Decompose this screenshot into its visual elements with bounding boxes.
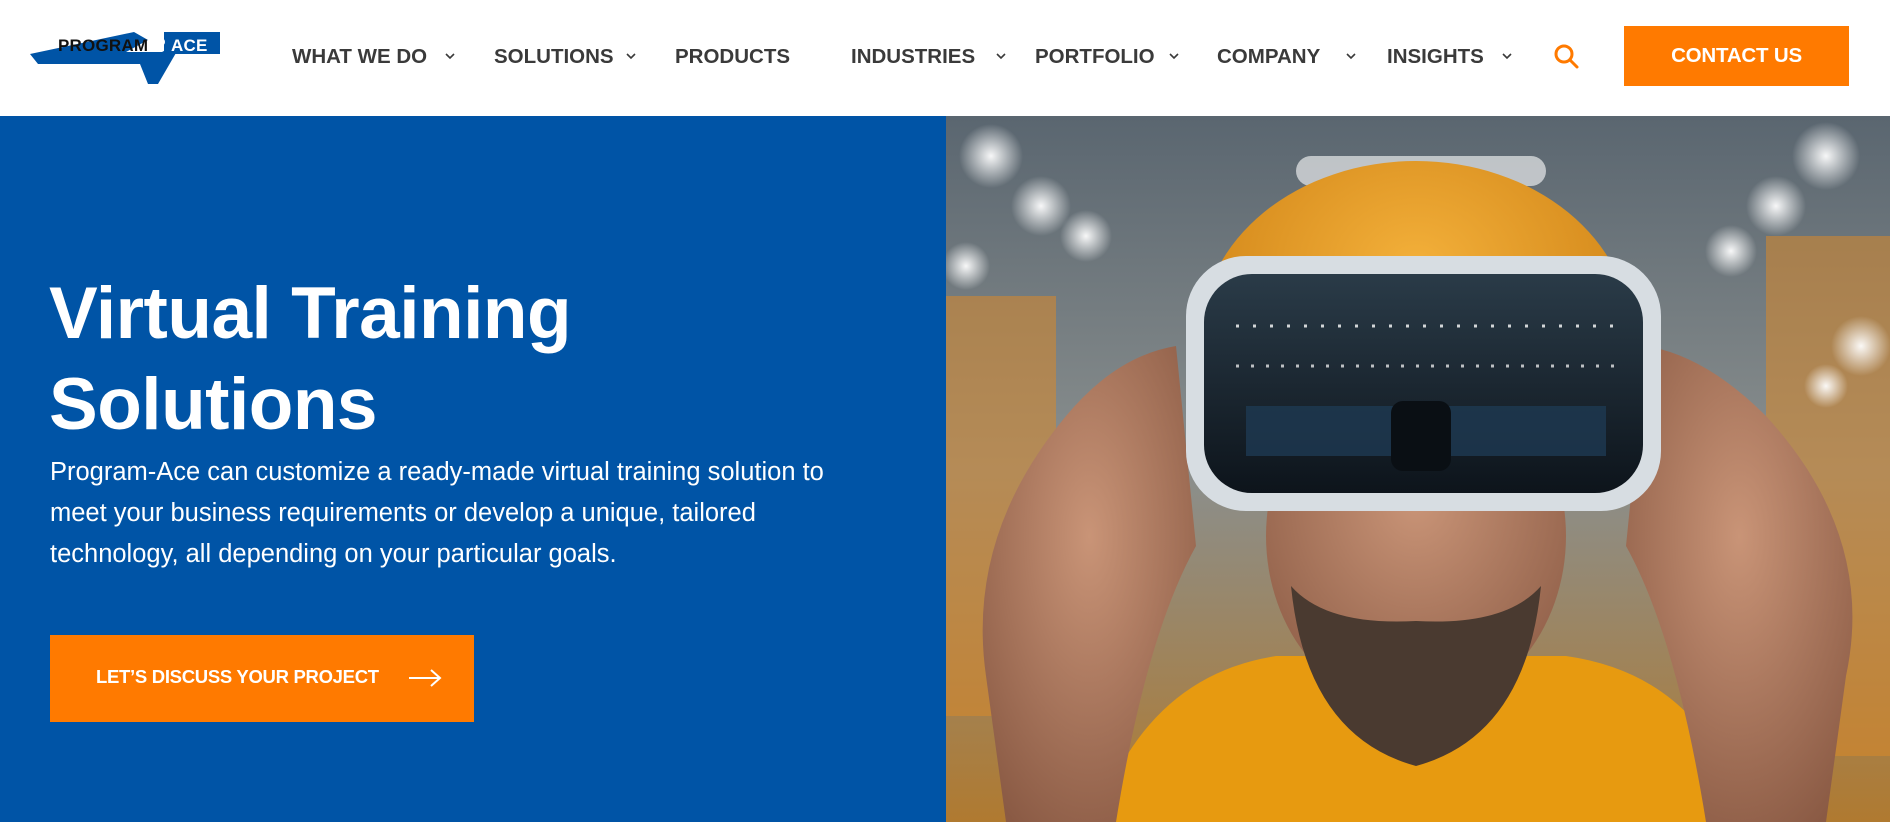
hero-title-line1: Virtual Training (49, 273, 572, 354)
main-nav: WHAT WE DO SOLUTIONS PRODUCTS INDUSTRIES… (292, 0, 1532, 116)
nav-item-portfolio[interactable]: PORTFOLIO (1035, 44, 1179, 70)
program-ace-logo[interactable]: PROGRAM ACE (30, 28, 225, 86)
chevron-down-icon (1502, 53, 1512, 60)
nav-item-what-we-do[interactable]: WHAT WE DO (292, 44, 455, 70)
nav-label: PORTFOLIO (1035, 45, 1155, 68)
arrow-right-icon (409, 669, 442, 687)
contact-us-button[interactable]: CONTACT US (1624, 26, 1849, 86)
site-header: PROGRAM ACE WHAT WE DO SOLUTIONS PRODUCT… (0, 0, 1890, 116)
nav-item-industries[interactable]: INDUSTRIES (851, 44, 1006, 70)
chevron-down-icon (626, 53, 636, 60)
hero-title-line2: Solutions (49, 364, 378, 445)
discuss-project-button[interactable]: LET’S DISCUSS YOUR PROJECT (50, 635, 474, 722)
nav-item-products[interactable]: PRODUCTS (675, 44, 790, 70)
cta-label: LET’S DISCUSS YOUR PROJECT (96, 666, 379, 687)
nav-label: SOLUTIONS (494, 45, 614, 68)
nav-item-solutions[interactable]: SOLUTIONS (494, 44, 636, 70)
chevron-down-icon (1169, 53, 1179, 60)
nav-label: INDUSTRIES (851, 45, 976, 68)
nav-label: PRODUCTS (675, 45, 791, 68)
hero-title: Virtual Training Solutions (49, 268, 749, 450)
nav-label: INSIGHTS (1387, 45, 1484, 68)
logo-text-ace: ACE (171, 36, 208, 55)
hero-image (946, 116, 1890, 822)
chevron-down-icon (996, 53, 1006, 60)
nav-label: COMPANY (1217, 45, 1321, 68)
vr-headset-photo (946, 116, 1890, 822)
nav-item-company[interactable]: COMPANY (1217, 44, 1356, 70)
nav-item-insights[interactable]: INSIGHTS (1387, 44, 1512, 70)
hero-section: Virtual Training Solutions Program-Ace c… (0, 116, 946, 822)
chevron-down-icon (445, 53, 455, 60)
hero-description: Program-Ace can customize a ready-made v… (50, 458, 824, 568)
nav-label: WHAT WE DO (292, 45, 428, 68)
chevron-down-icon (1346, 53, 1356, 60)
logo-text-program: PROGRAM (58, 36, 149, 55)
search-icon[interactable] (1552, 42, 1580, 70)
